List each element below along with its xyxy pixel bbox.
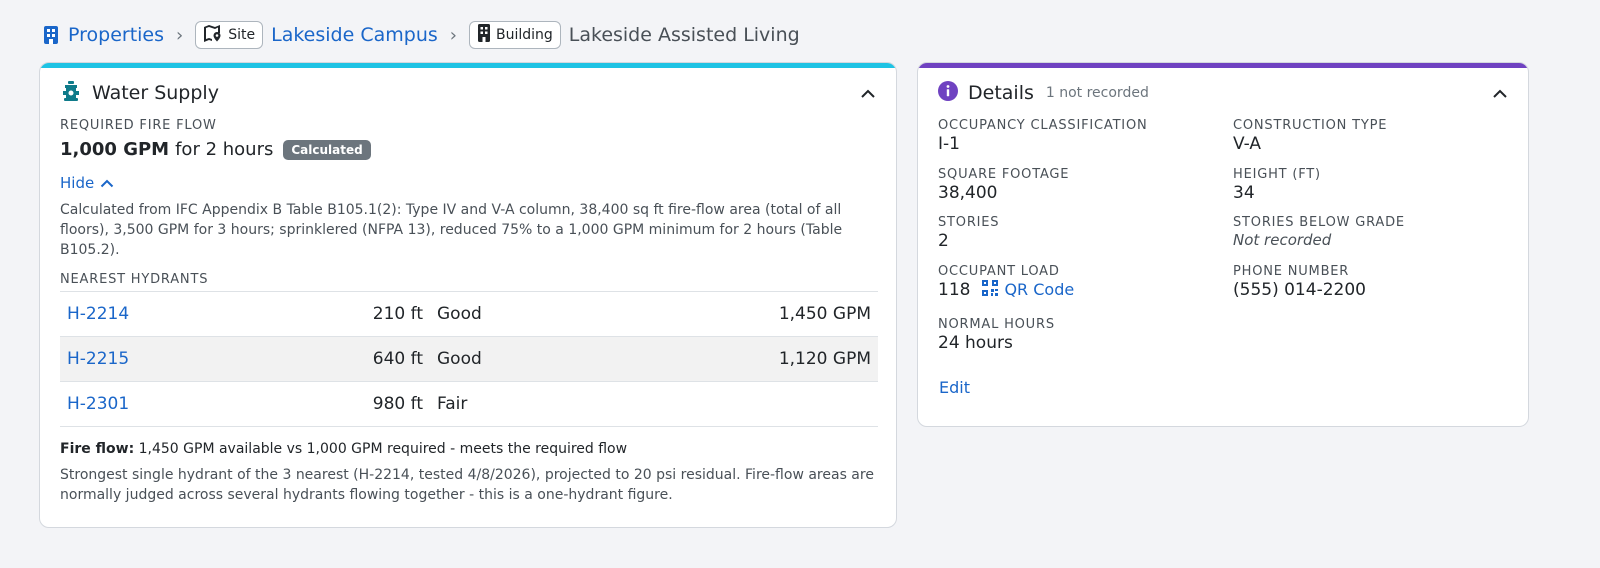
nearest-hydrants-label: NEAREST HYDRANTS xyxy=(60,272,209,287)
height-field: HEIGHT (FT) 34 xyxy=(1233,167,1528,216)
field-value: V-A xyxy=(1233,134,1262,154)
card-header: Water Supply xyxy=(40,68,896,118)
normal-hours-field: NORMAL HOURS 24 hours xyxy=(938,317,1233,366)
fire-flow-label: Fire flow: xyxy=(60,441,135,457)
breadcrumb-separator: › xyxy=(176,24,184,46)
occupancy-classification-field: OCCUPANCY CLASSIFICATION I-1 xyxy=(938,118,1233,167)
field-value: 38,400 xyxy=(938,182,998,203)
calculated-badge: Calculated xyxy=(283,139,371,160)
field-value: Not recorded xyxy=(1233,231,1332,249)
qr-code-label: QR Code xyxy=(1004,280,1075,299)
hydrant-distance: 640 ft xyxy=(360,336,430,382)
site-badge-label: Site xyxy=(228,27,256,43)
flow-duration: for 2 hours xyxy=(175,139,274,160)
field-value: I-1 xyxy=(938,134,960,154)
collapse-chevron-icon[interactable] xyxy=(1492,84,1508,103)
breadcrumb-site-link[interactable]: Lakeside Campus xyxy=(271,24,438,46)
hydrant-gpm: 1,120 GPM xyxy=(630,336,878,382)
field-value: 34 xyxy=(1233,182,1255,203)
field-label: STORIES xyxy=(938,215,1000,230)
field-label: STORIES BELOW GRADE xyxy=(1233,215,1405,230)
hide-label: Hide xyxy=(60,174,95,192)
info-icon xyxy=(938,81,958,105)
hide-toggle[interactable]: Hide xyxy=(60,174,114,192)
fire-flow-summary: Fire flow: 1,450 GPM available vs 1,000 … xyxy=(60,441,876,457)
hydrants-table: H-2214 210 ft Good 1,450 GPM H-2215 640 … xyxy=(60,291,878,427)
field-value: 2 xyxy=(938,231,949,251)
phone-number-field: PHONE NUMBER (555) 014-2200 xyxy=(1233,264,1528,313)
site-badge: Site xyxy=(195,21,264,49)
table-row: H-2301 980 ft Fair xyxy=(60,381,878,427)
details-grid: OCCUPANCY CLASSIFICATION I-1 CONSTRUCTIO… xyxy=(918,118,1528,366)
hydrant-condition: Good xyxy=(430,291,630,337)
stories-field: STORIES 2 xyxy=(938,215,1233,264)
breadcrumb-current: Lakeside Assisted Living xyxy=(568,24,800,46)
square-footage-field: SQUARE FOOTAGE 38,400 xyxy=(938,167,1233,216)
breadcrumb-properties-link[interactable]: Properties xyxy=(68,24,164,46)
field-value: (555) 014-2200 xyxy=(1233,279,1366,300)
required-fire-flow-label: REQUIRED FIRE FLOW xyxy=(60,118,217,133)
map-pin-icon xyxy=(203,24,223,46)
field-label: HEIGHT (FT) xyxy=(1233,166,1321,182)
field-label: PHONE NUMBER xyxy=(1233,263,1350,279)
required-fire-flow-value: 1,000 GPM for 2 hours Calculated xyxy=(60,139,876,160)
card-header: Details 1 not recorded xyxy=(918,68,1528,118)
building-badge-label: Building xyxy=(495,27,553,43)
field-label: OCCUPANCY CLASSIFICATION xyxy=(938,118,1148,133)
qr-code-icon xyxy=(982,279,999,300)
chevron-up-icon xyxy=(100,174,114,192)
card-title: Water Supply xyxy=(92,82,219,104)
hydrant-condition: Fair xyxy=(430,381,630,427)
field-value: 118 xyxy=(938,279,971,300)
building-icon xyxy=(42,25,60,45)
hydrant-gpm: 1,450 GPM xyxy=(630,291,878,337)
hydrant-distance: 980 ft xyxy=(360,381,430,427)
table-row: H-2215 640 ft Good 1,120 GPM xyxy=(60,336,878,382)
fire-flow-note: Strongest single hydrant of the 3 neares… xyxy=(60,467,874,503)
field-label: OCCUPANT LOAD xyxy=(938,263,1060,279)
field-label: SQUARE FOOTAGE xyxy=(938,166,1070,182)
qr-code-link[interactable]: QR Code xyxy=(982,279,1075,300)
hydrant-condition: Good xyxy=(430,336,630,382)
field-value: 24 hours xyxy=(938,333,1013,353)
field-label: CONSTRUCTION TYPE xyxy=(1233,118,1388,133)
hydrant-gpm xyxy=(630,381,878,427)
not-recorded-count: 1 not recorded xyxy=(1045,85,1149,101)
hydrant-link[interactable]: H-2301 xyxy=(67,394,129,414)
field-label: NORMAL HOURS xyxy=(938,317,1055,332)
water-supply-card: Water Supply REQUIRED FIRE FLOW 1,000 GP… xyxy=(39,62,897,528)
fire-hydrant-icon xyxy=(60,80,82,106)
edit-button[interactable]: Edit xyxy=(939,378,970,397)
building-icon xyxy=(477,24,491,46)
calculation-note: Calculated from IFC Appendix B Table B10… xyxy=(60,202,843,258)
flow-gpm: 1,000 GPM xyxy=(60,139,170,160)
hydrant-link[interactable]: H-2214 xyxy=(67,304,129,324)
collapse-chevron-icon[interactable] xyxy=(860,84,876,103)
building-badge: Building xyxy=(468,21,561,49)
fire-flow-text: 1,450 GPM available vs 1,000 GPM require… xyxy=(138,441,628,457)
hydrant-distance: 210 ft xyxy=(360,291,430,337)
hydrant-link[interactable]: H-2215 xyxy=(67,349,129,369)
construction-type-field: CONSTRUCTION TYPE V-A xyxy=(1233,118,1528,167)
table-row: H-2214 210 ft Good 1,450 GPM xyxy=(60,291,878,337)
breadcrumb-separator: › xyxy=(449,24,457,46)
occupant-load-field: OCCUPANT LOAD 118 QR Code xyxy=(938,264,1233,313)
details-card: Details 1 not recorded OCCUPANCY CLASSIF… xyxy=(917,62,1529,427)
stories-below-grade-field: STORIES BELOW GRADE Not recorded xyxy=(1233,215,1528,264)
card-title: Details xyxy=(968,82,1034,104)
breadcrumb: Properties › Site Lakeside Campus › Buil… xyxy=(42,20,800,50)
